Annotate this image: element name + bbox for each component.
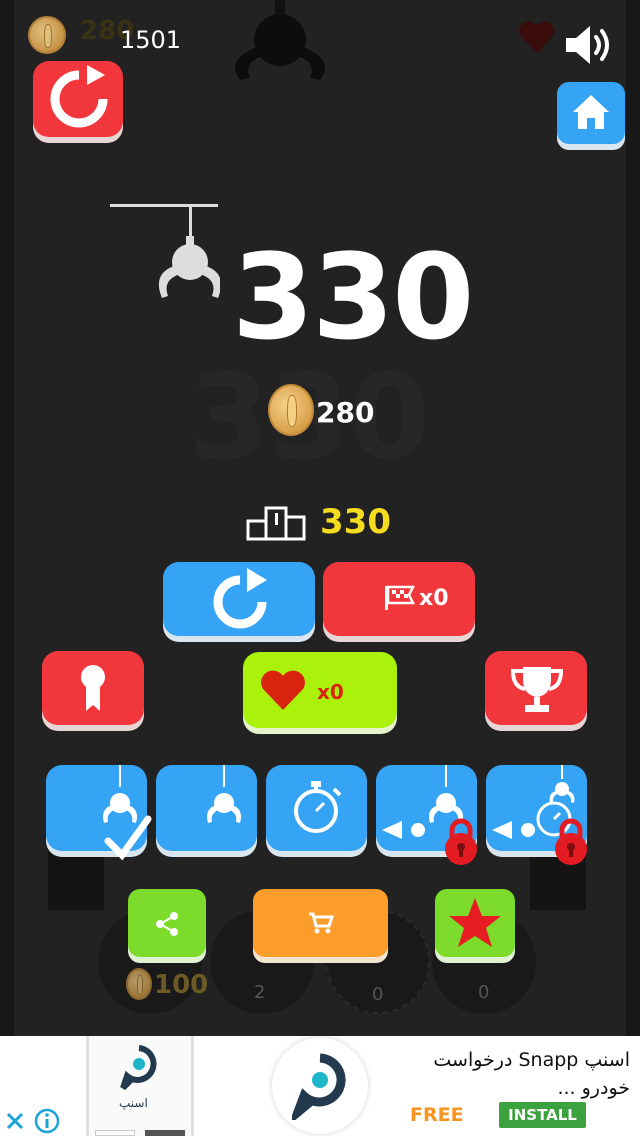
arrow-ball-icon [382, 821, 425, 839]
left-wall [0, 0, 14, 1036]
thumb-decoration [145, 1130, 185, 1136]
achievements-button[interactable] [42, 651, 144, 725]
ad-headline: اسنپ Snapp درخواست خودرو ... [433, 1049, 630, 1099]
speaker-icon[interactable] [562, 22, 618, 68]
restart-shop-button[interactable] [33, 61, 123, 137]
coin-icon [126, 968, 152, 1000]
mode-claw-locked[interactable] [376, 765, 477, 865]
ad-app-icon[interactable] [272, 1038, 368, 1134]
shelf-count: 2 [254, 982, 266, 1003]
checkmark-icon [104, 815, 152, 861]
cart-refresh-icon [50, 65, 108, 128]
podium-icon [246, 506, 306, 541]
mode-claw-selected[interactable] [46, 765, 152, 861]
cart-icon [309, 912, 335, 934]
home-button[interactable] [557, 82, 625, 144]
coin-icon [268, 384, 314, 436]
stopwatch-icon [294, 781, 342, 833]
claw-icon [207, 765, 241, 823]
mode-claw-2[interactable] [156, 765, 257, 851]
heart-count: x0 [317, 680, 344, 704]
star-icon [449, 898, 501, 947]
ad-install-button[interactable]: INSTALL [499, 1102, 586, 1128]
continue-count: x0 [419, 586, 449, 611]
game-screen: 280 1501 330 330 28 [0, 0, 640, 1036]
right-wall [626, 0, 640, 1036]
share-icon [156, 912, 178, 936]
info-icon[interactable] [34, 1108, 60, 1134]
heart-icon [261, 670, 305, 710]
flag-icon [385, 585, 416, 610]
best-score: 330 [320, 502, 391, 542]
retry-icon [213, 568, 267, 629]
ad-thumb-caption: اسنپ [119, 1096, 148, 1110]
shop-button[interactable] [253, 889, 388, 957]
rate-button[interactable] [435, 889, 515, 957]
continue-flag-button[interactable]: x0 [323, 562, 475, 636]
close-icon[interactable] [4, 1110, 26, 1132]
thumb-decoration [95, 1130, 135, 1136]
claw-icon [110, 204, 220, 298]
ad-free-label: FREE [410, 1104, 464, 1126]
leaderboard-button[interactable] [485, 651, 587, 725]
shelf-count: 0 [478, 982, 490, 1003]
extra-life-button[interactable]: x0 [243, 652, 397, 728]
home-icon [573, 95, 609, 129]
final-score: 330 [232, 228, 474, 366]
ad-thumbnail[interactable]: اسنپ [86, 1036, 194, 1136]
trophy-icon [510, 667, 564, 712]
snapp-logo-icon [292, 1053, 346, 1120]
mode-timer[interactable] [266, 765, 367, 851]
lock-icon [555, 818, 587, 865]
arrow-ball-icon [492, 821, 535, 839]
lives-heart-icon [519, 21, 555, 53]
retry-button[interactable] [163, 562, 315, 636]
total-coins: 1501 [120, 26, 182, 54]
coins-earned: 280 [316, 396, 375, 429]
coin-icon [28, 16, 66, 54]
background-claw-icon [235, 0, 325, 80]
bottom-coin-cost: 100 [154, 970, 209, 1000]
share-button[interactable] [128, 889, 206, 957]
shelf-count: 0 [372, 984, 384, 1005]
machine-base [48, 848, 104, 910]
ad-banner[interactable]: اسنپ اسنپ Snapp درخواست خودرو ... FREE I… [0, 1036, 640, 1136]
snapp-logo-icon [120, 1045, 157, 1091]
ribbon-icon [81, 665, 105, 711]
lock-icon [445, 818, 477, 865]
mode-timer-locked[interactable] [486, 765, 587, 865]
